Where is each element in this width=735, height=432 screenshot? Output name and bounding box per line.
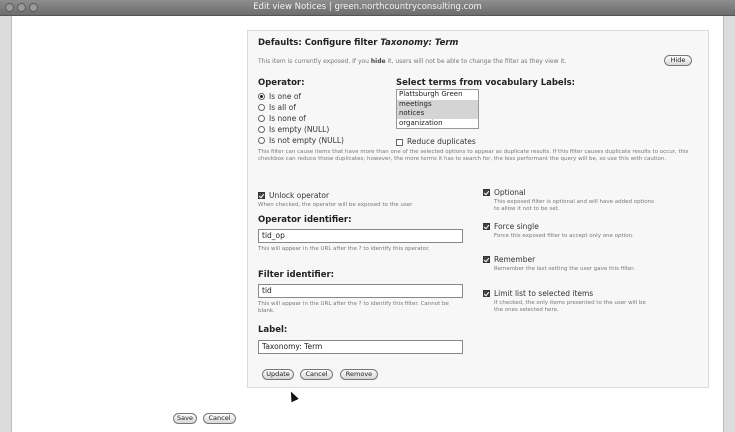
remember-label: Remember [494,255,536,264]
operator-option-label: Is all of [269,103,296,112]
update-button[interactable]: Update [262,369,294,380]
mouse-pointer-icon [287,389,299,403]
optional-label: Optional [494,188,526,197]
terms-option[interactable]: notices [397,109,478,119]
operator-radio-is-none-of[interactable] [258,115,265,122]
filter-heading-name: Taxonomy: Term [380,38,459,48]
limit-list-checkbox[interactable] [483,290,490,297]
operator-identifier-input[interactable]: tid_op [258,229,463,243]
unlock-operator-label: Unlock operator [269,191,330,200]
remember-help: Remember the last setting the user gave … [494,266,635,272]
force-single-label: Force single [494,222,539,231]
reduce-duplicates-label: Reduce duplicates [407,137,476,146]
operator-radio-is-empty[interactable] [258,126,265,133]
terms-label: Select terms from vocabulary Labels: [396,78,576,88]
hide-button[interactable]: Hide [664,55,692,66]
filter-identifier-help: This will appear in the URL after the ? … [258,301,449,314]
terms-option[interactable]: Plattsburgh Green [397,90,478,100]
operator-identifier-help: This will appear in the URL after the ? … [258,246,430,252]
terms-select[interactable]: Plattsburgh Green meetings notices organ… [396,89,479,129]
operator-option-label: Is not empty (NULL) [269,136,344,145]
save-button[interactable]: Save [173,413,197,424]
operator-identifier-label: Operator identifier: [258,215,352,225]
title-bar: Edit view Notices | green.northcountryco… [0,0,735,16]
limit-list-label: Limit list to selected items [494,289,594,298]
terms-option[interactable]: organization [397,119,478,129]
remember-checkbox[interactable] [483,256,490,263]
right-sidebar [723,16,735,432]
unlock-operator-checkbox[interactable] [258,192,265,199]
operator-radio-is-one-of[interactable] [258,93,265,100]
window-title: Edit view Notices | green.northcountryco… [253,2,482,12]
page-content: Defaults: Configure filter Taxonomy: Ter… [0,16,735,432]
exposed-note-suffix: it, users will not be able to change the… [385,58,567,65]
left-sidebar [0,16,12,432]
filter-heading: Defaults: Configure filter Taxonomy: Ter… [258,38,458,48]
browser-window: Edit view Notices | green.northcountryco… [0,0,735,432]
label-input[interactable]: Taxonomy: Term [258,340,463,354]
force-single-checkbox[interactable] [483,223,490,230]
footer-cancel-button[interactable]: Cancel [203,413,236,424]
exposed-note: This item is currently exposed. If you h… [258,58,566,65]
exposed-note-hide-word: hide [370,58,386,65]
force-single-help: Force this exposed filter to accept only… [494,233,634,239]
operator-radio-is-all-of[interactable] [258,104,265,111]
operator-option-label: Is empty (NULL) [269,125,330,134]
operator-option-label: Is one of [269,92,302,101]
terms-option[interactable]: meetings [397,99,478,109]
operator-label: Operator: [258,78,305,88]
label-label: Label: [258,325,288,335]
operator-option-label: Is none of [269,114,306,123]
cancel-button[interactable]: Cancel [300,369,333,380]
reduce-duplicates-help: This filter can cause items that have mo… [258,149,689,162]
filter-identifier-label: Filter identifier: [258,270,335,280]
reduce-duplicates-checkbox[interactable] [396,139,403,146]
filter-identifier-input[interactable]: tid [258,284,463,298]
exposed-note-prefix: This item is currently exposed. If you [258,58,371,65]
optional-checkbox[interactable] [483,189,490,196]
unlock-operator-help: When checked, the operator will be expos… [258,202,413,208]
remove-button[interactable]: Remove [340,369,378,380]
optional-help: This exposed filter is optional and will… [494,199,654,212]
limit-list-help: If checked, the only items presented to … [494,300,646,313]
filter-heading-prefix: Defaults: Configure filter [258,38,381,48]
operator-radio-is-not-empty[interactable] [258,137,265,144]
